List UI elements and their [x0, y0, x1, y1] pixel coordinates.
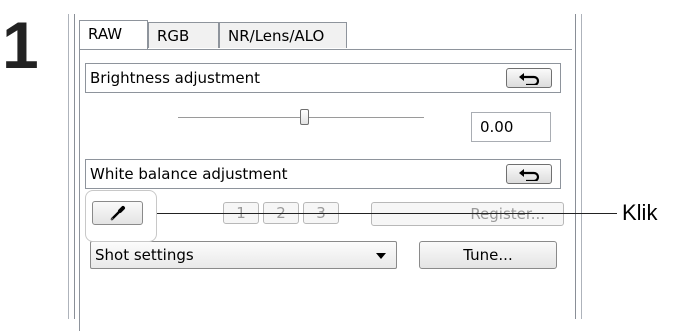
tab-nr-lens-alo[interactable]: NR/Lens/ALO — [219, 22, 347, 48]
brightness-value-input[interactable]: 0.00 — [471, 112, 551, 142]
reset-arrow-icon — [519, 169, 540, 181]
brightness-reset-button[interactable] — [506, 68, 552, 88]
tune-button[interactable]: Tune... — [419, 241, 557, 269]
tab-rgb[interactable]: RGB — [148, 22, 219, 48]
raw-tab-content: Brightness adjustment 0.00 White balance… — [79, 49, 572, 331]
chevron-down-icon — [376, 253, 386, 259]
eyedropper-highlight — [85, 190, 157, 242]
white-balance-reset-button[interactable] — [506, 164, 552, 184]
step-number: 1 — [2, 8, 39, 82]
shot-settings-dropdown[interactable]: Shot settings — [90, 241, 397, 269]
white-balance-section-header: White balance adjustment — [85, 159, 561, 189]
reset-arrow-icon — [519, 73, 540, 85]
callout-line — [157, 213, 617, 214]
brightness-section-header: Brightness adjustment — [85, 63, 561, 93]
callout-label: Klik — [622, 200, 658, 225]
register-button[interactable]: Register... — [371, 202, 564, 226]
shot-settings-value: Shot settings — [95, 246, 194, 264]
brightness-title: Brightness adjustment — [90, 69, 260, 87]
tab-raw[interactable]: RAW — [79, 20, 148, 49]
white-balance-title: White balance adjustment — [90, 165, 288, 183]
brightness-slider-thumb[interactable] — [300, 109, 309, 125]
tab-bar: RAW RGB NR/Lens/ALO — [79, 20, 639, 49]
